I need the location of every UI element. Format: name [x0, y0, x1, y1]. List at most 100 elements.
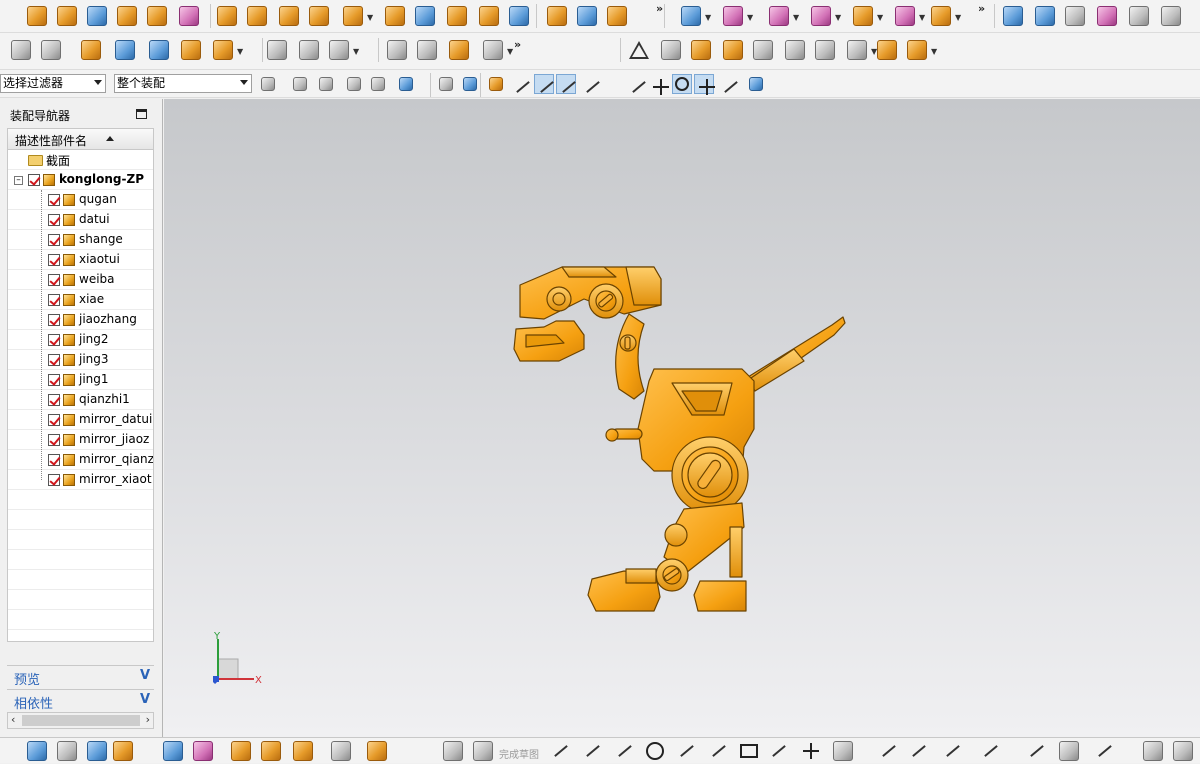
snap-button-19[interactable]: [746, 74, 766, 94]
route-button[interactable]: [480, 37, 506, 63]
graphics-viewport[interactable]: Y X: [164, 99, 1200, 737]
snap-button-3[interactable]: [344, 74, 364, 94]
chevron-down-icon[interactable]: ▼: [507, 47, 513, 56]
checkbox-checked-icon[interactable]: [48, 274, 60, 286]
sketch-button-16[interactable]: [642, 738, 668, 764]
feature2-button-3[interactable]: [808, 3, 834, 29]
sketch-button-18[interactable]: [706, 738, 732, 764]
chevron-down-icon[interactable]: ▼: [237, 47, 243, 56]
hardware-button-2[interactable]: [446, 37, 472, 63]
scope-dropdown[interactable]: 整个装配: [114, 74, 252, 93]
overflow-chevron-icon[interactable]: »: [514, 38, 521, 51]
dependency-section[interactable]: 相依性 V: [7, 689, 154, 712]
feature2-button-4[interactable]: [850, 3, 876, 29]
checkbox-checked-icon[interactable]: [48, 194, 60, 206]
checkbox-checked-icon[interactable]: [48, 394, 60, 406]
chevron-down-icon[interactable]: ▼: [919, 13, 925, 22]
checkbox-checked-icon[interactable]: [48, 374, 60, 386]
sketch-button-8[interactable]: [290, 738, 316, 764]
snap-button-1[interactable]: [290, 74, 310, 94]
feature-button-5[interactable]: [176, 3, 202, 29]
checkbox-checked-icon[interactable]: [48, 234, 60, 246]
sketch-button-5[interactable]: [190, 738, 216, 764]
view-button-5[interactable]: [812, 37, 838, 63]
feature-button-4[interactable]: [144, 3, 170, 29]
view-button-2[interactable]: [720, 37, 746, 63]
view-button-7[interactable]: [874, 37, 900, 63]
tree-item-mirror_xiaot[interactable]: mirror_xiaot: [8, 470, 153, 490]
tool-button-0[interactable]: [8, 37, 34, 63]
sketch-button-12[interactable]: [470, 738, 496, 764]
tool-button-1[interactable]: [38, 37, 64, 63]
sketch-button-13[interactable]: [548, 738, 574, 764]
scroll-left-icon[interactable]: ‹: [11, 713, 15, 726]
checkbox-checked-icon[interactable]: [48, 454, 60, 466]
tree-item-datui[interactable]: datui: [8, 210, 153, 230]
chevron-down-icon[interactable]: ▼: [955, 13, 961, 22]
sketch-button-30[interactable]: [1140, 738, 1166, 764]
snap-button-10[interactable]: [534, 74, 554, 94]
snap-button-4[interactable]: [368, 74, 388, 94]
snap-button-15[interactable]: [648, 74, 669, 95]
feature2-button-2[interactable]: [766, 3, 792, 29]
surface-button-4[interactable]: [1126, 3, 1152, 29]
tree-item-jiaozhang[interactable]: jiaozhang: [8, 310, 153, 330]
view-button-0[interactable]: [658, 37, 684, 63]
overflow-chevron-icon[interactable]: »: [656, 2, 663, 15]
sketch-button-20[interactable]: [766, 738, 792, 764]
sketch-button-28[interactable]: [1056, 738, 1082, 764]
sketch-button-15[interactable]: [612, 738, 638, 764]
surface-button-1[interactable]: [1032, 3, 1058, 29]
snap-button-11[interactable]: [556, 74, 576, 94]
chevron-down-icon[interactable]: ▼: [353, 47, 359, 56]
tree-item-xiae[interactable]: xiae: [8, 290, 153, 310]
checkbox-checked-icon[interactable]: [48, 314, 60, 326]
sketch-button-17[interactable]: [674, 738, 700, 764]
surface-button-2[interactable]: [1062, 3, 1088, 29]
snap-button-14[interactable]: [626, 74, 646, 94]
feature-button-12[interactable]: [412, 3, 438, 29]
chevron-down-icon[interactable]: ▼: [793, 13, 799, 22]
snap-button-13[interactable]: [604, 74, 624, 94]
sketch-button-4[interactable]: [160, 738, 186, 764]
selection-filter-dropdown[interactable]: 选择过滤器: [0, 74, 106, 93]
feature-button-7[interactable]: [244, 3, 270, 29]
finish-sketch-label[interactable]: 完成草图: [499, 746, 539, 761]
snap-button-16[interactable]: [672, 74, 692, 94]
overflow-chevron-icon[interactable]: »: [978, 2, 985, 15]
sketch-button-23[interactable]: [876, 738, 902, 764]
feature-button-11[interactable]: [382, 3, 408, 29]
snap-button-6[interactable]: [436, 74, 456, 94]
checkbox-checked-icon[interactable]: [48, 334, 60, 346]
tree-item-qugan[interactable]: qugan: [8, 190, 153, 210]
sketch-button-10[interactable]: [364, 738, 390, 764]
chevron-down-icon[interactable]: ▼: [747, 13, 753, 22]
sketch-button-27[interactable]: [1024, 738, 1050, 764]
snap-button-9[interactable]: [510, 74, 530, 94]
feature2-button-5[interactable]: [892, 3, 918, 29]
tool-button-6[interactable]: [210, 37, 236, 63]
tree-item-shange[interactable]: shange: [8, 230, 153, 250]
tree-item-mirror_jiaoz[interactable]: mirror_jiaoz: [8, 430, 153, 450]
feature2-button-6[interactable]: [928, 3, 954, 29]
column-header[interactable]: 描述性部件名: [8, 129, 153, 150]
snap-button-2[interactable]: [316, 74, 336, 94]
chevron-down-icon[interactable]: ▼: [877, 13, 883, 22]
view-button-8[interactable]: [904, 37, 930, 63]
sketch-button-7[interactable]: [258, 738, 284, 764]
checkbox-checked-icon[interactable]: [48, 294, 60, 306]
sketch-button-22[interactable]: [830, 738, 856, 764]
sketch-button-29[interactable]: [1092, 738, 1118, 764]
feature-button-10[interactable]: [340, 3, 366, 29]
sketch-button-3[interactable]: [110, 738, 136, 764]
feature2-button-1[interactable]: [720, 3, 746, 29]
chevron-down-icon[interactable]: ▼: [835, 13, 841, 22]
surface-button-0[interactable]: [1000, 3, 1026, 29]
checkbox-checked-icon[interactable]: [48, 474, 60, 486]
view-button-1[interactable]: [688, 37, 714, 63]
snap-button-0[interactable]: [258, 74, 278, 94]
dinosaur-model[interactable]: Y X: [164, 99, 1200, 737]
surface-button-3[interactable]: [1094, 3, 1120, 29]
tree-item-jing3[interactable]: jing3: [8, 350, 153, 370]
tree-item-jing2[interactable]: jing2: [8, 330, 153, 350]
